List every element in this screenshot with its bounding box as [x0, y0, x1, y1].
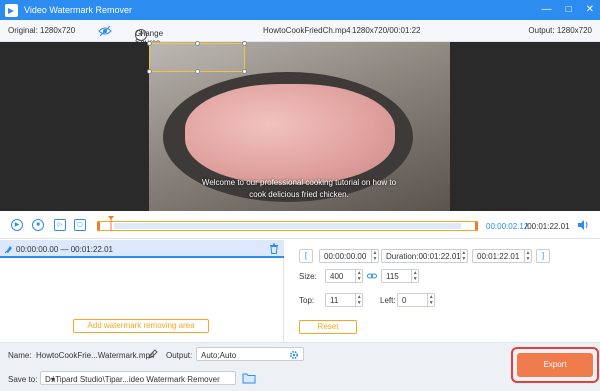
- pencil-icon[interactable]: [148, 349, 158, 359]
- output-settings-field[interactable]: Auto;Auto: [196, 347, 304, 361]
- close-button[interactable]: ✕: [586, 3, 594, 17]
- width-input[interactable]: [326, 271, 356, 281]
- spin-control[interactable]: ▲ ▼: [370, 250, 378, 262]
- save-path-value: D:\Tipard Studio\Tipar...ideo Watermark …: [45, 375, 220, 384]
- eye-slash-icon[interactable]: [98, 24, 112, 38]
- playhead-marker[interactable]: [108, 216, 114, 231]
- export-button[interactable]: Export: [517, 353, 593, 377]
- stop-button[interactable]: ■: [32, 219, 44, 231]
- spin-control[interactable]: ▲ ▼: [523, 250, 531, 262]
- brush-icon: [4, 246, 12, 254]
- subtitle-line-1: Welcome to our professional cooking tuto…: [201, 178, 397, 187]
- top-field[interactable]: ▲▼: [325, 293, 363, 307]
- window-controls: — □ ✕: [542, 3, 594, 17]
- start-time-input[interactable]: [320, 251, 371, 261]
- segment-range: 00:00:00.00 — 00:01:22.01: [16, 245, 113, 254]
- gear-icon[interactable]: [289, 350, 299, 360]
- duration-field[interactable]: ▲▼: [381, 249, 468, 263]
- chevron-down-icon: ▼: [49, 377, 57, 384]
- title-bar: Video Watermark Remover — □ ✕: [0, 0, 600, 20]
- maximize-button[interactable]: □: [566, 3, 572, 17]
- minimize-button[interactable]: —: [542, 3, 552, 17]
- source-resolution-duration: 1280x720/00:01:22: [352, 26, 421, 35]
- playback-controls: ▶ ■ ▷ ▢ 00:00:02.12 /00:01:22.01: [0, 211, 600, 239]
- parameters-panel: [ ▲▼ ▲▼ ▲▼ ] Size: ▲▼ ▲▼ Top: ▲▼ Left: ▲…: [285, 240, 600, 342]
- subtitle-line-2: cook delicious fried chicken.: [249, 190, 349, 199]
- output-file-name: HowtoCookFrie...Watermark.mp4: [36, 351, 155, 360]
- app-title: Video Watermark Remover: [24, 5, 133, 15]
- output-settings-value: Auto;Auto: [201, 351, 237, 360]
- resize-handle[interactable]: [147, 41, 152, 46]
- chicken-image: [185, 84, 395, 184]
- size-label: Size:: [299, 272, 317, 281]
- video-preview: Welcome to our professional cooking tuto…: [0, 41, 600, 211]
- app-logo-icon: [5, 3, 18, 17]
- spin-control[interactable]: ▲ ▼: [355, 270, 362, 282]
- trim-end-handle[interactable]: [475, 222, 478, 230]
- output-label: Output:: [166, 351, 193, 360]
- spin-control[interactable]: ▲ ▼: [355, 294, 362, 306]
- watermark-selection-box[interactable]: [147, 41, 247, 74]
- left-field[interactable]: ▲▼: [397, 293, 435, 307]
- save-path-dropdown[interactable]: D:\Tipard Studio\Tipar...ideo Watermark …: [40, 371, 236, 385]
- width-field[interactable]: ▲▼: [325, 269, 363, 283]
- link-icon[interactable]: [367, 271, 377, 281]
- left-input[interactable]: [398, 295, 428, 305]
- spin-control[interactable]: ▲ ▼: [411, 270, 418, 282]
- original-resolution: Original: 1280x720: [8, 26, 76, 35]
- height-field[interactable]: ▲▼: [381, 269, 419, 283]
- play-button[interactable]: ▶: [11, 219, 23, 231]
- export-label: Export: [543, 360, 567, 369]
- spin-control[interactable]: ▲ ▼: [459, 250, 467, 262]
- segment-row[interactable]: 00:00:00.00 — 00:01:22.01: [0, 240, 284, 258]
- end-time-field[interactable]: ▲▼: [472, 249, 532, 263]
- spin-control[interactable]: ▲ ▼: [427, 294, 434, 306]
- volume-icon[interactable]: [577, 219, 589, 231]
- add-watermark-area-button[interactable]: Add watermark removing area: [73, 319, 209, 333]
- duration-input[interactable]: [382, 251, 460, 261]
- trim-start-handle[interactable]: [97, 222, 100, 230]
- folder-icon[interactable]: [242, 372, 256, 384]
- top-input[interactable]: [326, 295, 356, 305]
- end-time-input[interactable]: [473, 251, 524, 261]
- reset-button[interactable]: Reset: [299, 320, 357, 334]
- resize-handle[interactable]: [195, 41, 200, 46]
- name-label: Name:: [8, 351, 32, 360]
- current-time: 00:00:02.12: [486, 222, 529, 231]
- snapshot-button[interactable]: ▢: [74, 219, 86, 231]
- timeline-range: [114, 223, 461, 229]
- trash-icon[interactable]: [269, 243, 279, 254]
- resize-handle[interactable]: [195, 69, 200, 74]
- top-label: Top:: [299, 296, 315, 305]
- bottom-bar: Name: HowtoCookFrie...Watermark.mp4 Outp…: [0, 342, 600, 391]
- next-frame-button[interactable]: ▷: [54, 219, 66, 231]
- set-start-button[interactable]: [: [299, 249, 313, 263]
- reset-label: Reset: [317, 322, 339, 331]
- source-file-name: HowtoCookFriedCh.mp4: [263, 26, 351, 35]
- total-time: /00:01:22.01: [525, 222, 570, 231]
- start-time-field[interactable]: ▲▼: [319, 249, 379, 263]
- resize-handle[interactable]: [242, 69, 247, 74]
- add-area-label: Add watermark removing area: [87, 321, 195, 330]
- height-input[interactable]: [382, 271, 412, 281]
- output-resolution: Output: 1280x720: [528, 26, 592, 35]
- set-end-button[interactable]: ]: [536, 249, 550, 263]
- info-bar: Original: 1280x720 + Change Source File …: [0, 20, 600, 56]
- left-label: Left:: [380, 296, 396, 305]
- timeline-track[interactable]: [97, 216, 478, 231]
- segment-list: 00:00:00.00 — 00:01:22.01 Add watermark …: [0, 240, 284, 342]
- resize-handle[interactable]: [242, 41, 247, 46]
- resize-handle[interactable]: [147, 69, 152, 74]
- save-to-label: Save to:: [8, 375, 38, 384]
